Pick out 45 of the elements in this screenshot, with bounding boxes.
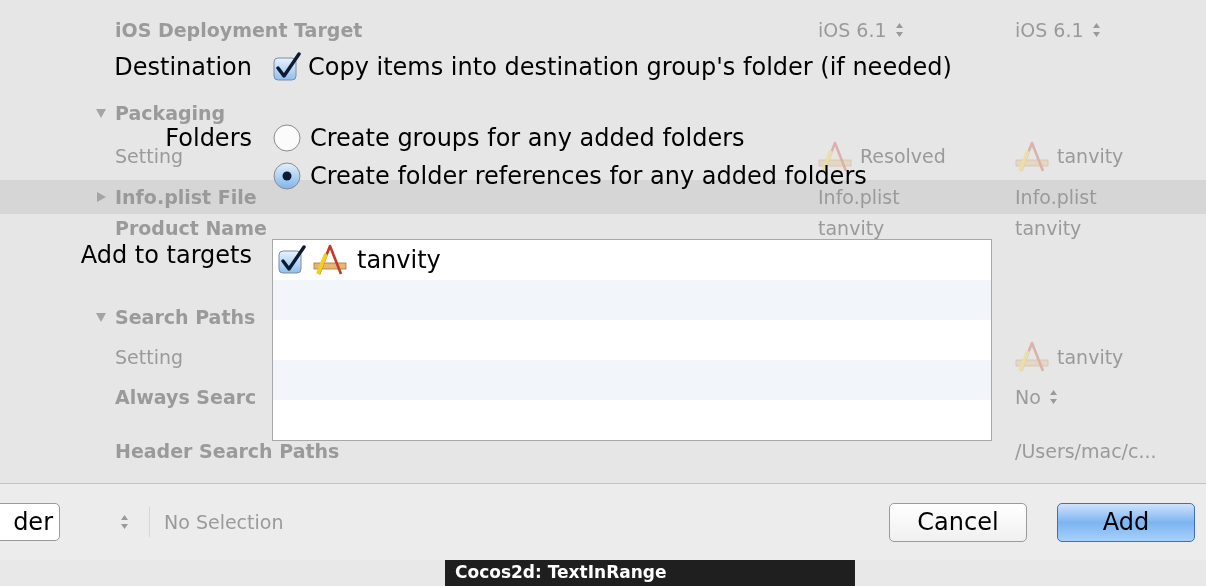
stepper-icon — [894, 22, 904, 38]
selection-label: No Selection — [164, 509, 284, 535]
setting-value: No — [1015, 387, 1041, 407]
setting-name: Info.plist File — [115, 187, 257, 207]
folders-label: Folders — [165, 126, 252, 150]
setting-name: Setting — [115, 147, 184, 166]
partial-button[interactable]: der — [0, 503, 60, 541]
app-icon — [313, 244, 347, 276]
setting-name: Setting — [115, 347, 184, 367]
setting-value: tanvity — [1057, 347, 1124, 367]
stepper-icon — [1048, 389, 1058, 405]
app-icon — [1015, 140, 1049, 173]
setting-value: tanvity — [818, 218, 885, 238]
default-button[interactable]: Add — [1057, 502, 1195, 542]
setting-value: iOS 6.1 — [1015, 20, 1084, 40]
destination-label: Destination — [114, 55, 252, 79]
option-label: Create groups for any added folders — [310, 126, 745, 150]
checkbox[interactable] — [277, 245, 307, 275]
console-text: Cocos2d: TextInRange — [455, 561, 667, 585]
setting-value: Resolved — [860, 147, 946, 166]
radio-button[interactable] — [272, 123, 302, 153]
setting-value: iOS 6.1 — [818, 20, 887, 40]
setting-name: Always Searc — [115, 387, 257, 407]
option-label: Copy items into destination group's folder (if needed) — [308, 55, 952, 79]
stepper-icon — [120, 514, 129, 530]
expanded-triangle-icon[interactable] — [95, 107, 107, 119]
radio-button[interactable] — [272, 161, 302, 191]
setting-name: Header Search Paths — [115, 441, 340, 461]
setting-name: Packaging — [115, 103, 226, 123]
collapsed-triangle-icon[interactable] — [95, 191, 107, 203]
app-icon — [1015, 341, 1049, 373]
expanded-triangle-icon[interactable] — [95, 311, 107, 323]
setting-value: /Users/mac/c... — [1015, 441, 1157, 461]
setting-value: Info.plist — [818, 187, 900, 207]
setting-name: Search Paths — [115, 307, 256, 327]
setting-value: Info.plist — [1015, 187, 1097, 207]
target-name: tanvity — [357, 248, 441, 272]
setting-name: Product Name — [115, 218, 267, 238]
setting-name: iOS Deployment Target — [115, 20, 363, 40]
setting-value: tanvity — [1015, 218, 1082, 238]
dialog-button[interactable]: Cancel — [889, 502, 1027, 542]
stepper-icon — [1091, 22, 1101, 38]
setting-value: tanvity — [1057, 147, 1124, 166]
targets-label: Add to targets — [80, 243, 252, 267]
checkbox[interactable] — [272, 52, 302, 82]
